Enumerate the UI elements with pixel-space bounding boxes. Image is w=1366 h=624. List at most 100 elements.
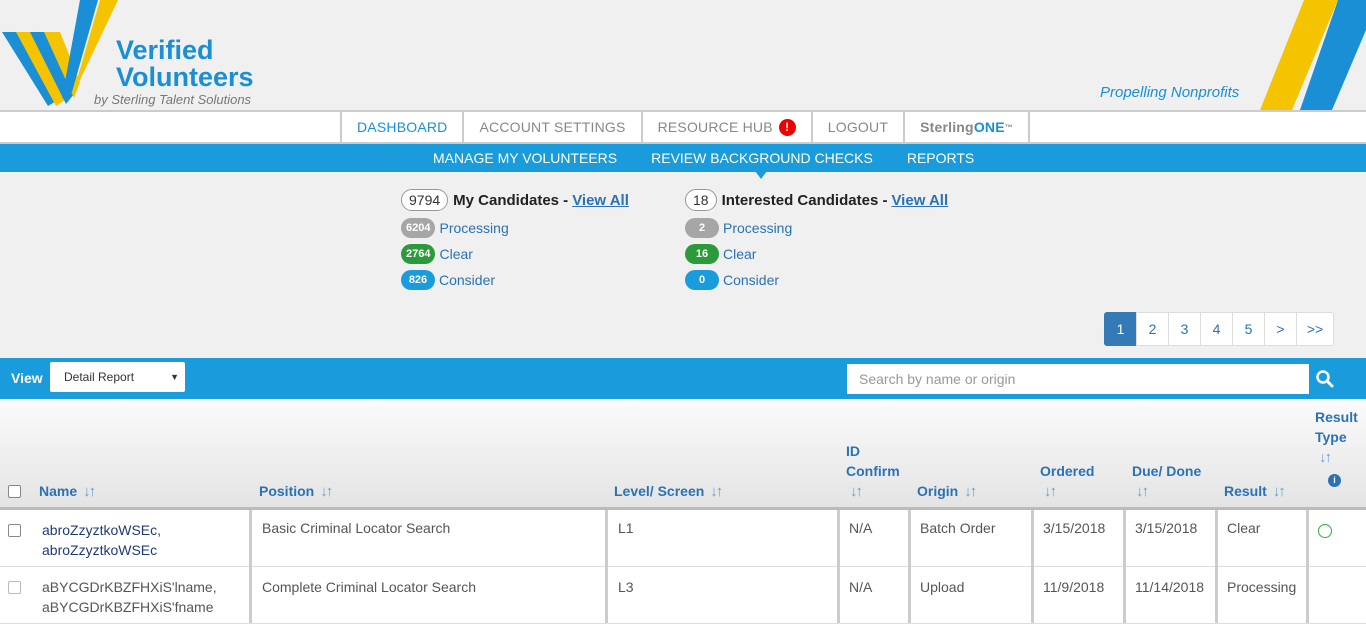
column-level-header[interactable]: Level/ Screen ↓↑ [614, 481, 723, 502]
sort-icon[interactable]: ↓↑ [320, 483, 333, 500]
clear-link[interactable]: Clear [723, 246, 756, 262]
candidate-name-line-1: aBYCGDrKBZFHXiS'lname, [42, 579, 217, 595]
interested-candidates-count: 18 [685, 189, 717, 211]
consider-link[interactable]: Consider [439, 272, 495, 288]
interested-candidates-title: Interested Candidates - [721, 191, 888, 209]
view-select[interactable]: Detail Report ▼ [50, 362, 185, 392]
sort-icon[interactable]: ↓↑ [83, 483, 96, 500]
column-due-done-label: Due/ Done [1132, 463, 1202, 479]
id-confirm-cell: N/A [849, 520, 873, 536]
my-processing-row[interactable]: 6204 Processing [401, 215, 629, 241]
ordered-cell: 11/9/2018 [1043, 579, 1105, 595]
sort-icon[interactable]: ↓↑ [1136, 483, 1149, 500]
row-checkbox[interactable] [8, 581, 21, 594]
column-result-type-label-2: Type [1315, 429, 1347, 445]
interested-candidates-summary: 18 Interested Candidates - View All 2 Pr… [685, 189, 948, 293]
subnav-reports[interactable]: REPORTS [890, 150, 991, 166]
page-3-button[interactable]: 3 [1168, 312, 1201, 346]
column-name-header[interactable]: Name ↓↑ [39, 481, 96, 502]
nav-sterling-one[interactable]: Sterling ONE ™ [903, 112, 1030, 142]
clear-check-icon [1318, 524, 1332, 538]
clear-link[interactable]: Clear [439, 246, 472, 262]
my-clear-row[interactable]: 2764 Clear [401, 241, 629, 267]
column-id-confirm-label-1: ID [846, 443, 860, 459]
my-candidates-summary: 9794 My Candidates - View All 6204 Proce… [401, 189, 629, 293]
column-result-type-label-1: Result [1315, 409, 1358, 425]
table-row[interactable]: aBYCGDrKBZFHXiS'lname, aBYCGDrKBZFHXiS'f… [0, 567, 1366, 624]
column-divider [837, 510, 840, 623]
view-select-value: Detail Report [64, 370, 135, 384]
page-1-button[interactable]: 1 [1104, 312, 1137, 346]
subnav-review-background-checks[interactable]: REVIEW BACKGROUND CHECKS [634, 150, 890, 166]
sterling-one-logo-accent: ONE [973, 119, 1005, 135]
nav-resource-hub-label: RESOURCE HUB [657, 119, 773, 135]
level-cell: L3 [618, 579, 634, 595]
candidate-name-link[interactable]: aBYCGDrKBZFHXiS'lname, aBYCGDrKBZFHXiS'f… [42, 577, 217, 617]
processing-link[interactable]: Processing [439, 220, 508, 236]
sub-navigation: MANAGE MY VOLUNTEERS REVIEW BACKGROUND C… [0, 144, 1366, 172]
next-page-button[interactable]: > [1264, 312, 1297, 346]
interested-processing-row[interactable]: 2 Processing [685, 215, 948, 241]
sort-icon[interactable]: ↓↑ [1044, 483, 1057, 500]
column-id-confirm-header[interactable]: ID Confirm ↓↑ [846, 441, 900, 502]
search-icon[interactable] [1314, 368, 1336, 390]
table-row[interactable]: abroZzyztkoWSEc, abroZzyztkoWSEc Basic C… [0, 510, 1366, 567]
column-divider [1123, 510, 1126, 623]
sort-icon[interactable]: ↓↑ [850, 483, 863, 500]
interested-consider-row[interactable]: 0 Consider [685, 267, 948, 293]
sort-icon[interactable]: ↓↑ [1319, 449, 1332, 466]
page-4-button[interactable]: 4 [1200, 312, 1233, 346]
column-ordered-label: Ordered [1040, 463, 1095, 479]
column-position-label: Position [259, 483, 315, 499]
brand-subtitle: by Sterling Talent Solutions [94, 92, 252, 107]
status-badge: 826 [401, 270, 435, 290]
info-icon[interactable]: i [1328, 474, 1341, 487]
column-origin-label: Origin [917, 483, 959, 499]
sort-icon[interactable]: ↓↑ [964, 483, 977, 500]
column-position-header[interactable]: Position ↓↑ [259, 481, 333, 502]
processing-link[interactable]: Processing [723, 220, 792, 236]
decorative-stripes-icon [1260, 0, 1366, 110]
select-all-checkbox[interactable] [8, 485, 21, 498]
column-result-header[interactable]: Result ↓↑ [1224, 481, 1286, 502]
app-header: Verified Volunteers by Sterling Talent S… [0, 0, 1366, 110]
column-origin-header[interactable]: Origin ↓↑ [917, 481, 977, 502]
column-result-type-header[interactable]: Result Type ↓↑ i [1315, 407, 1358, 488]
due-done-cell: 11/14/2018 [1135, 579, 1205, 595]
status-badge: 2764 [401, 244, 436, 264]
interested-candidates-view-all-link[interactable]: View All [891, 192, 948, 209]
nav-account-settings[interactable]: ACCOUNT SETTINGS [462, 112, 640, 142]
sort-icon[interactable]: ↓↑ [710, 483, 723, 500]
sort-icon[interactable]: ↓↑ [1273, 483, 1286, 500]
candidate-name-line-2: aBYCGDrKBZFHXiS'fname [42, 599, 214, 615]
column-divider [1215, 510, 1218, 623]
my-consider-row[interactable]: 826 Consider [401, 267, 629, 293]
origin-cell: Batch Order [920, 520, 996, 536]
nav-logout[interactable]: LOGOUT [810, 112, 903, 142]
last-page-button[interactable]: >> [1296, 312, 1334, 346]
consider-link[interactable]: Consider [723, 272, 779, 288]
page-2-button[interactable]: 2 [1136, 312, 1169, 346]
nav-resource-hub[interactable]: RESOURCE HUB ! [640, 112, 811, 142]
my-candidates-view-all-link[interactable]: View All [572, 192, 629, 209]
interested-clear-row[interactable]: 16 Clear [685, 241, 948, 267]
view-label: View [11, 370, 43, 386]
status-badge: 2 [685, 218, 719, 238]
column-divider [1306, 510, 1309, 623]
column-due-done-header[interactable]: Due/ Done ↓↑ [1132, 461, 1201, 502]
search-input[interactable]: Search by name or origin [847, 364, 1309, 394]
row-checkbox[interactable] [8, 524, 21, 537]
candidate-name-link[interactable]: abroZzyztkoWSEc, abroZzyztkoWSEc [42, 520, 161, 560]
nav-dashboard[interactable]: DASHBOARD [340, 112, 462, 142]
column-ordered-header[interactable]: Ordered ↓↑ [1040, 461, 1094, 502]
brand-name[interactable]: Verified Volunteers by Sterling Talent S… [94, 37, 254, 107]
id-confirm-cell: N/A [849, 579, 873, 595]
page-5-button[interactable]: 5 [1232, 312, 1265, 346]
top-navigation: DASHBOARD ACCOUNT SETTINGS RESOURCE HUB … [0, 110, 1366, 144]
subnav-manage-volunteers[interactable]: MANAGE MY VOLUNTEERS [416, 150, 634, 166]
column-id-confirm-label-2: Confirm [846, 463, 900, 479]
table-body: abroZzyztkoWSEc, abroZzyztkoWSEc Basic C… [0, 510, 1366, 624]
candidate-name-line-1: abroZzyztkoWSEc, [42, 522, 162, 538]
column-divider [249, 510, 252, 623]
ordered-cell: 3/15/2018 [1043, 520, 1106, 536]
